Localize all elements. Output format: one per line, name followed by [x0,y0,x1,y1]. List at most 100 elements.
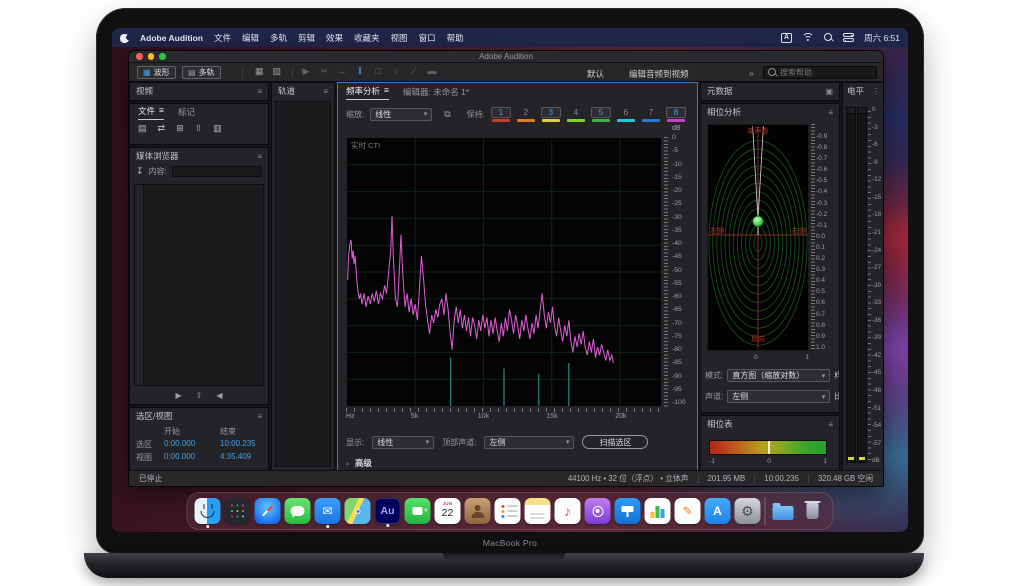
hold-button[interactable]: 4 [566,107,586,122]
panel-menu-icon[interactable]: ≡ [257,152,262,161]
podcasts[interactable] [585,498,611,524]
notes[interactable] [525,498,551,524]
open-file-icon[interactable]: ▤ [138,123,147,134]
appstore[interactable]: A [705,498,731,524]
settings[interactable]: ⚙ [735,498,761,524]
media-browser-list[interactable] [134,184,264,386]
menubar-menu-item[interactable]: 效果 [326,32,343,44]
start-timecode[interactable]: 0:00.000 [164,452,220,463]
mode-dropdown[interactable]: 直方图（缩放对数）▾ [727,369,830,382]
time-selection-tool-icon[interactable]: ↔ [337,66,347,77]
launchpad[interactable] [225,498,251,524]
workspace-current-button[interactable]: 编辑音频到视频 [629,68,689,80]
hold-button[interactable]: 1 [491,107,511,122]
panel-menu-icon[interactable]: ⋮ [872,87,880,96]
workspace-default-button[interactable]: 默认 [587,68,604,80]
spectral-display-icon[interactable]: ▦ [255,66,264,77]
search-input[interactable] [780,68,866,77]
apple-menu-icon[interactable] [120,32,129,43]
advanced-toggle[interactable]: › 高级 [346,457,372,469]
multitrack-mode-button[interactable]: ▤ 多轨 [182,66,221,79]
menubar-menu-item[interactable]: 编辑 [242,32,259,44]
import-file-icon[interactable]: ⇄ [158,123,166,134]
hold-button[interactable]: 2 [516,107,536,122]
play-icon[interactable]: ▶ [175,391,181,400]
lasso-tool-icon[interactable]: ○ [391,66,401,77]
wifi-icon[interactable] [802,33,814,42]
menubar-clock[interactable]: 周六 6:51 [864,32,900,44]
menubar-menu-item[interactable]: 收藏夹 [354,32,380,44]
scale-dropdown[interactable]: 线性▾ [370,108,432,121]
control-center-icon[interactable] [843,33,854,42]
safari[interactable] [255,498,281,524]
numbers[interactable] [645,498,671,524]
waveform-display-icon[interactable]: ▨ [273,66,282,77]
download-icon[interactable]: ↧ [136,166,144,177]
open-in-files-icon[interactable]: ⇧ [196,391,203,400]
maps[interactable] [345,498,371,524]
copy-graph-icon[interactable]: ⧉ [444,109,450,120]
panel-menu-icon[interactable]: ≡ [384,85,389,97]
mail[interactable]: ✉ [315,498,341,524]
trash[interactable] [800,498,826,524]
hold-button[interactable]: 8 [666,107,686,122]
pages[interactable]: ✎ [675,498,701,524]
tab-markers[interactable]: 标记 [178,106,195,120]
scan-selection-button[interactable]: 扫描选区 [582,435,648,449]
channel-dropdown[interactable]: 左侧▾ [727,390,830,403]
hold-button[interactable]: 6 [616,107,636,122]
menubar-menu-item[interactable]: 窗口 [419,32,436,44]
hold-button[interactable]: 5 [591,107,611,122]
reminders[interactable] [495,498,521,524]
workspace-overflow-button[interactable]: » [749,68,754,78]
panel-menu-icon[interactable]: ≡ [828,420,833,429]
keynote[interactable] [615,498,641,524]
contacts[interactable] [465,498,491,524]
display-dropdown[interactable]: 线性▾ [372,436,434,449]
panel-menu-icon[interactable]: ≡ [257,412,262,421]
hold-button[interactable]: 7 [641,107,661,122]
new-content-icon[interactable]: ⊞ [176,123,184,134]
window-titlebar[interactable]: Adobe Audition [129,51,883,63]
input-source-icon[interactable]: A [781,33,792,43]
insert-into-multitrack-icon[interactable]: ⇧ [195,123,203,134]
frequency-plot[interactable]: 实时 CTI [346,137,662,407]
panel-menu-icon[interactable]: ▣ [825,87,833,96]
menubar-menu-item[interactable]: 视图 [391,32,408,44]
hold-button[interactable]: 3 [541,107,561,122]
top-channel-dropdown[interactable]: 左侧▾ [484,436,574,449]
spotlight-search-icon[interactable] [824,33,833,42]
panel-menu-icon[interactable]: ≡ [257,87,262,96]
downloads[interactable] [770,498,796,524]
tab-editor[interactable]: 编辑器: 未命名 1* [403,86,469,100]
autoplay-icon[interactable]: ◀ [216,391,222,400]
move-tool-icon[interactable]: ▶ [301,66,311,77]
panel-menu-icon[interactable]: ≡ [323,87,328,96]
tab-frequency-analysis[interactable]: 频率分析≡ [346,85,389,100]
trash-icon[interactable]: ▥ [213,123,222,134]
panel-menu-icon[interactable]: ≡ [828,108,833,117]
facetime[interactable] [405,498,431,524]
start-timecode[interactable]: 0:00.000 [164,439,220,450]
menubar-menu-item[interactable]: 多轨 [270,32,287,44]
help-search-field[interactable] [763,66,877,79]
audition[interactable]: Au [375,498,401,524]
menubar-menu-item[interactable]: 帮助 [447,32,464,44]
tab-files[interactable]: 文件≡ [138,105,164,120]
menubar-menu-item[interactable]: 剪辑 [298,32,315,44]
messages[interactable] [285,498,311,524]
eraser-tool-icon[interactable]: ▬ [427,66,437,77]
waveform-mode-button[interactable]: ▦ 波形 [137,66,176,79]
music[interactable]: ♪ [555,498,581,524]
content-path-field[interactable] [172,166,262,177]
divider[interactable] [765,497,766,525]
razor-tool-icon[interactable]: ✂ [319,66,329,77]
finder[interactable] [195,498,221,524]
brush-tool-icon[interactable]: ∕ [409,66,419,77]
marquee-tool-icon[interactable]: □ [373,66,383,77]
ibeam-tool-icon[interactable]: I [355,66,365,77]
panel-menu-icon[interactable]: ≡ [159,105,164,117]
calendar[interactable]: JUN 22 [435,498,461,524]
menubar-app-name[interactable]: Adobe Audition [140,33,203,43]
menubar-menu-item[interactable]: 文件 [214,32,231,44]
